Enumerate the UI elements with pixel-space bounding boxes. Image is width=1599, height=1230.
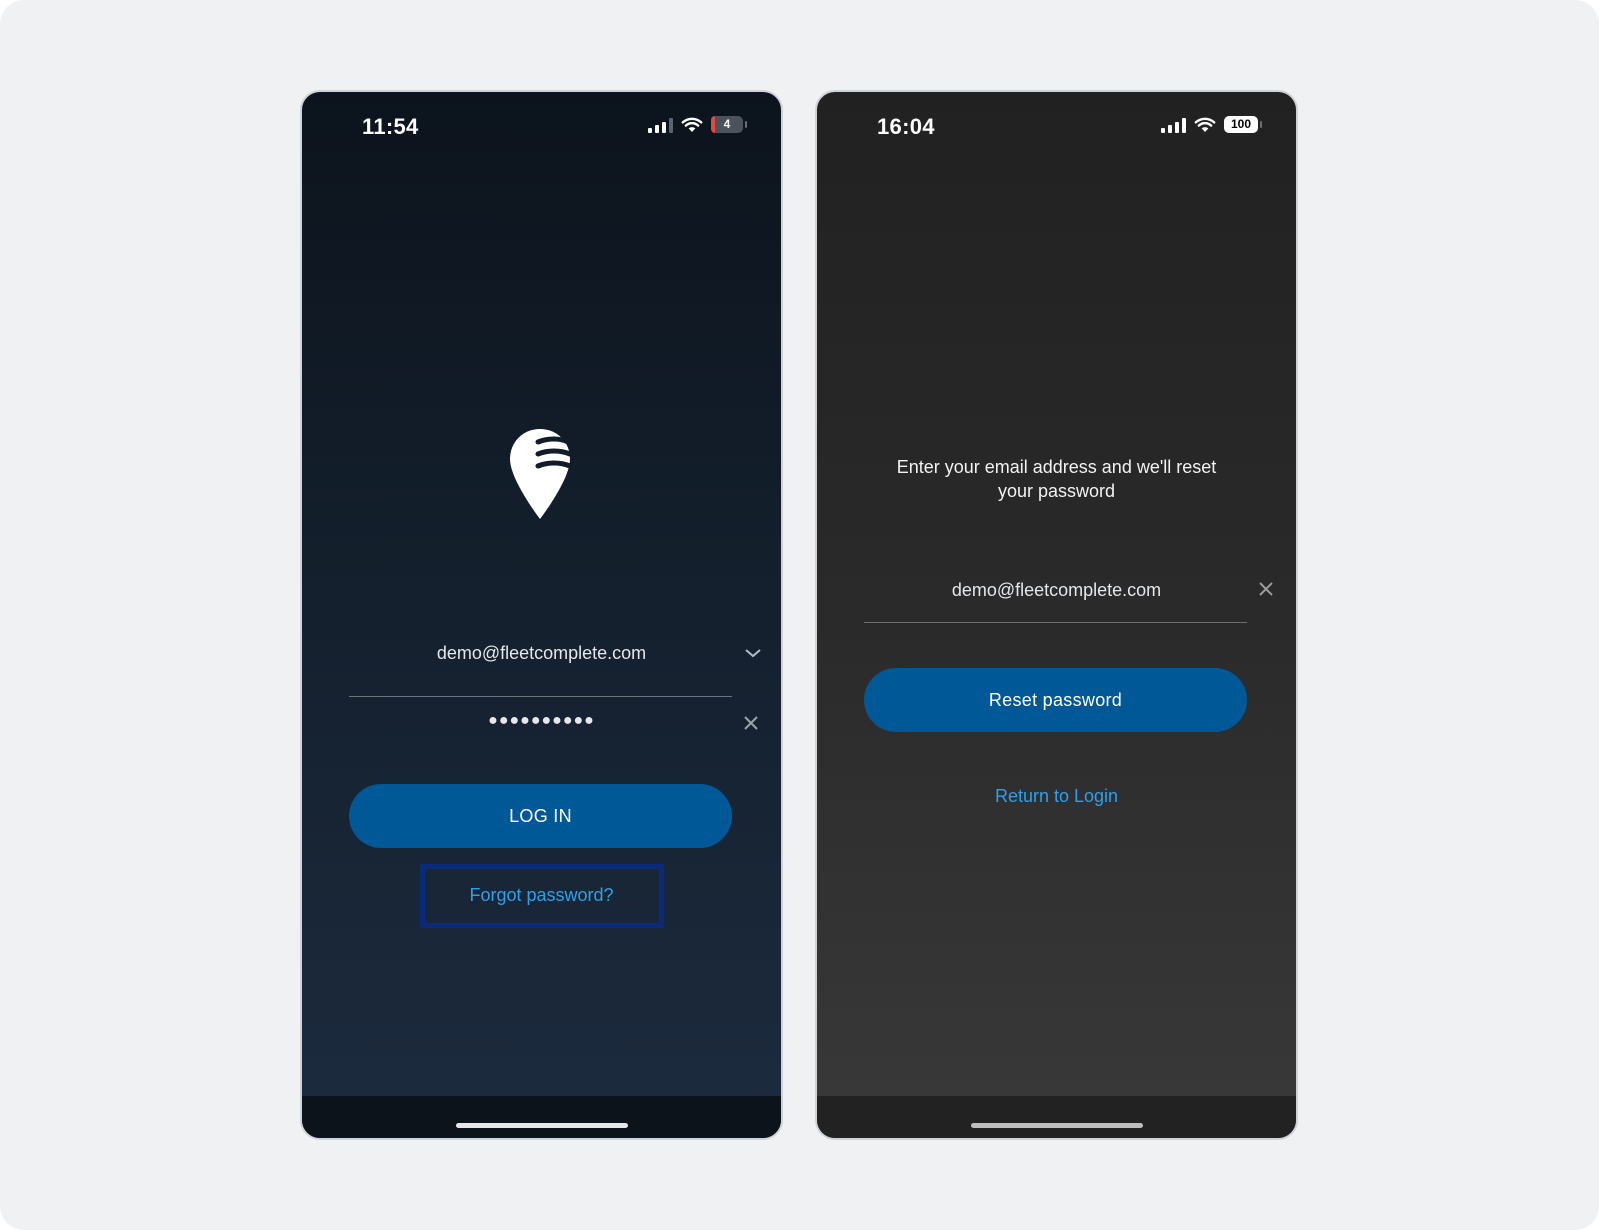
home-indicator[interactable] xyxy=(455,1123,628,1128)
home-bar xyxy=(302,1096,781,1138)
battery-level: 4 xyxy=(723,117,731,131)
email-value[interactable]: demo@fleetcomplete.com xyxy=(817,580,1296,601)
status-icons: 4 xyxy=(648,116,747,133)
status-time: 11:54 xyxy=(362,114,419,139)
close-icon[interactable] xyxy=(740,712,762,734)
home-bar xyxy=(817,1096,1296,1138)
chevron-down-icon[interactable] xyxy=(742,642,764,664)
signal-icon xyxy=(648,117,673,133)
status-time: 16:04 xyxy=(877,114,935,139)
password-value[interactable]: ●●●●●●●●●● xyxy=(302,712,781,730)
return-to-login-link[interactable]: Return to Login xyxy=(817,786,1296,807)
signal-icon xyxy=(1161,117,1186,133)
reset-screen: 16:04 100 Enter your email address and w… xyxy=(815,90,1298,1140)
logo-icon xyxy=(510,429,572,519)
battery-level: 100 xyxy=(1230,117,1252,131)
email-value[interactable]: demo@fleetcomplete.com xyxy=(302,643,781,664)
wifi-icon xyxy=(1194,117,1216,132)
login-button[interactable]: LOG IN xyxy=(349,784,732,848)
email-underline xyxy=(349,696,732,697)
battery-icon: 4 xyxy=(711,116,747,133)
reset-password-button[interactable]: Reset password xyxy=(864,668,1247,732)
status-icons: 100 xyxy=(1161,116,1262,133)
battery-icon: 100 xyxy=(1224,116,1262,133)
forgot-password-link[interactable]: Forgot password? xyxy=(302,865,781,910)
wifi-icon xyxy=(681,117,703,132)
canvas: 11:54 4 demo@fleetcomplete.com ●●●●●●●●●… xyxy=(0,0,1599,1230)
email-underline xyxy=(864,622,1247,623)
reset-instructions: Enter your email address and we'll reset… xyxy=(896,457,1217,501)
login-screen: 11:54 4 demo@fleetcomplete.com ●●●●●●●●●… xyxy=(300,90,783,1140)
close-icon[interactable] xyxy=(1255,578,1277,600)
home-indicator[interactable] xyxy=(970,1123,1143,1128)
